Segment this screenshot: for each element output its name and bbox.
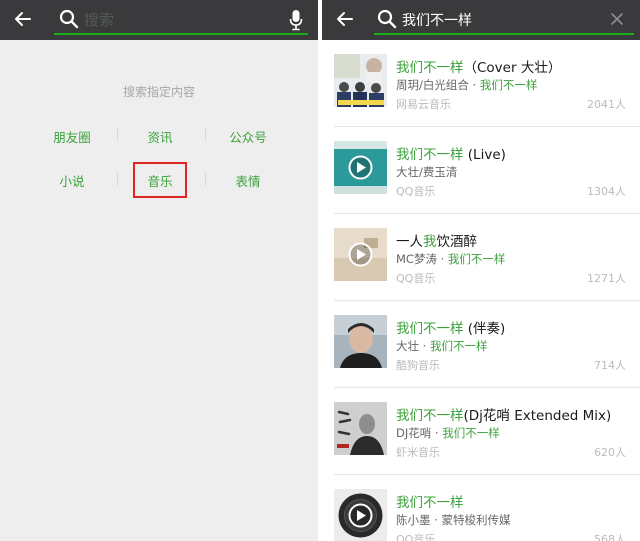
- album-match: 我们不一样: [479, 78, 538, 92]
- play-icon: [334, 228, 387, 281]
- song-artist-line: MC梦涛 · 我们不一样: [396, 251, 505, 267]
- music-source: QQ音乐: [396, 533, 436, 541]
- category-divider: [117, 128, 118, 142]
- artist: 陈小墨 · 蒙特梭利传媒: [396, 513, 511, 527]
- music-result-item[interactable]: 我们不一样 (Live) 大壮/费玉清 QQ音乐 1304人: [322, 127, 640, 214]
- title-match: 我们不一样: [396, 147, 464, 163]
- play-count: 620人: [594, 446, 626, 459]
- play-icon: [334, 489, 387, 541]
- music-source: 虾米音乐: [396, 446, 440, 459]
- music-source: QQ音乐: [396, 185, 436, 198]
- search-underline: [54, 33, 308, 35]
- album-match: 我们不一样: [429, 339, 488, 353]
- title-match: 我: [423, 234, 437, 250]
- artist: MC梦涛: [396, 252, 437, 266]
- music-results-panel: 我们不一样 我们不一样（Cover 大壮） 周玥/白光组合 · 我们不一样 网易…: [322, 0, 640, 541]
- play-count: 1304人: [587, 185, 626, 198]
- music-result-item[interactable]: 我们不一样 陈小墨 · 蒙特梭利传媒 QQ音乐 568人: [322, 475, 640, 541]
- album-cover-icon: [334, 54, 387, 107]
- back-arrow-icon[interactable]: [13, 9, 33, 29]
- portrait-icon: [334, 315, 387, 368]
- sub-dot: ·: [436, 252, 448, 266]
- play-count: 2041人: [587, 98, 626, 111]
- category-novels[interactable]: 小说: [29, 171, 115, 190]
- search-input[interactable]: [84, 9, 274, 31]
- title-rest: (伴奏): [463, 321, 506, 337]
- song-title: 我们不一样 (伴奏): [396, 317, 505, 337]
- category-stickers[interactable]: 表情: [205, 171, 291, 190]
- artist: 周玥/白光组合: [396, 78, 469, 92]
- title-match: 我们不一样: [396, 60, 464, 76]
- music-result-item[interactable]: 一人我饮酒醉 MC梦涛 · 我们不一样 QQ音乐 1271人: [322, 214, 640, 301]
- sub-dot: ·: [419, 339, 430, 353]
- album-match: 我们不一样: [442, 426, 500, 440]
- song-title: 我们不一样（Cover 大壮）: [396, 56, 561, 76]
- music-result-item[interactable]: 我们不一样 (伴奏) 大壮 · 我们不一样 酷狗音乐 714人: [322, 301, 640, 388]
- category-official-accounts[interactable]: 公众号: [205, 127, 291, 146]
- title-match: 我们不一样: [396, 495, 464, 511]
- category-divider: [205, 128, 206, 142]
- music-source: 网易云音乐: [396, 98, 451, 111]
- category-moments[interactable]: 朋友圈: [29, 127, 115, 146]
- song-artist-line: 大壮/费玉清: [396, 164, 457, 180]
- song-artist-line: DJ花哨 · 我们不一样: [396, 425, 500, 441]
- title-rest: （Cover 大壮）: [463, 60, 562, 76]
- title-match: 我们不一样: [396, 408, 464, 424]
- music-highlight-box: [133, 162, 187, 198]
- top-bar: [0, 0, 318, 40]
- song-artist-line: 陈小墨 · 蒙特梭利传媒: [396, 512, 510, 528]
- play-count: 714人: [594, 359, 626, 372]
- search-icon: [59, 9, 79, 29]
- artist: 大壮: [396, 339, 419, 353]
- album-match: 我们不一样: [447, 252, 506, 266]
- music-result-item[interactable]: 我们不一样(Dj花哨 Extended Mix) DJ花哨 · 我们不一样 虾米…: [322, 388, 640, 475]
- title-match: 我们不一样: [396, 321, 464, 337]
- song-artist-line: 周玥/白光组合 · 我们不一样: [396, 77, 537, 93]
- music-source: 酷狗音乐: [396, 359, 440, 372]
- music-source: QQ音乐: [396, 272, 436, 285]
- title-pre: 一人: [396, 234, 423, 250]
- category-divider: [205, 172, 206, 186]
- search-underline: [374, 33, 634, 35]
- song-title: 我们不一样: [396, 491, 464, 511]
- music-result-item[interactable]: 我们不一样（Cover 大壮） 周玥/白光组合 · 我们不一样 网易云音乐 20…: [322, 40, 640, 127]
- song-artist-line: 大壮 · 我们不一样: [396, 338, 487, 354]
- category-divider: [117, 172, 118, 186]
- top-bar: 我们不一样: [322, 0, 640, 40]
- song-title: 我们不一样(Dj花哨 Extended Mix): [396, 404, 611, 424]
- search-categories-panel: 搜索指定内容 朋友圈 资讯 公众号 小说 音乐 表情: [0, 0, 318, 541]
- album-cover-icon: [334, 402, 387, 455]
- sub-dot: ·: [468, 78, 480, 92]
- search-query-text[interactable]: 我们不一样: [402, 10, 472, 30]
- clear-icon[interactable]: [609, 11, 625, 27]
- song-title: 我们不一样 (Live): [396, 143, 506, 163]
- play-icon: [334, 141, 387, 194]
- title-rest: (Live): [463, 147, 506, 163]
- category-news[interactable]: 资讯: [117, 127, 203, 146]
- title-rest: (Dj花哨 Extended Mix): [463, 408, 612, 424]
- song-title: 一人我饮酒醉: [396, 230, 477, 250]
- search-icon: [377, 9, 397, 29]
- sub-dot: ·: [431, 426, 443, 440]
- back-arrow-icon[interactable]: [335, 9, 355, 29]
- artist: 大壮/费玉清: [396, 165, 458, 179]
- play-count: 568人: [594, 533, 626, 541]
- microphone-icon[interactable]: [289, 9, 303, 31]
- search-hint: 搜索指定内容: [122, 85, 195, 99]
- play-count: 1271人: [587, 272, 626, 285]
- title-rest: 饮酒醉: [436, 234, 478, 250]
- artist: DJ花哨: [396, 426, 432, 440]
